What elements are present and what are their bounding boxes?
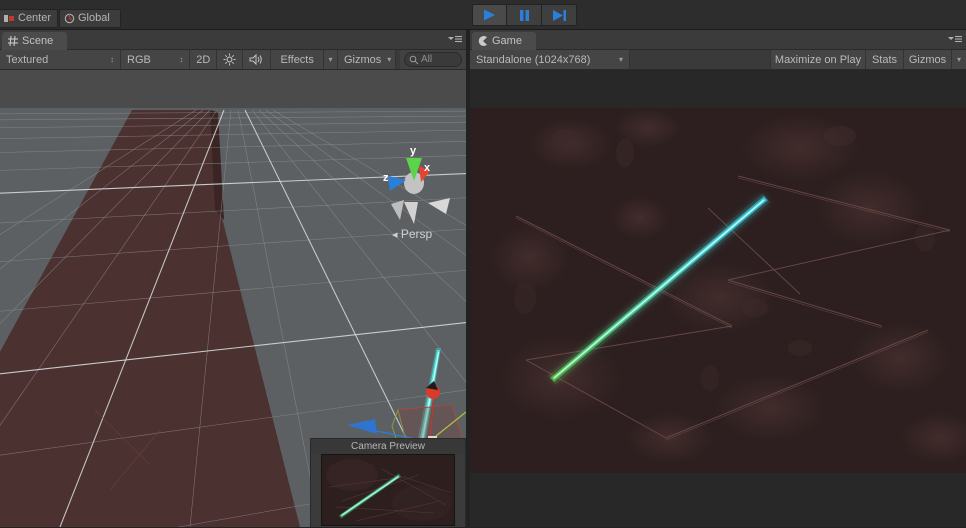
game-gizmos-button[interactable]: Gizmos bbox=[904, 50, 952, 69]
game-panel: Game Standalone (1024x768) ▾ Maximize on… bbox=[470, 30, 966, 528]
step-button[interactable] bbox=[542, 4, 577, 26]
pivot-mode-label: Center bbox=[18, 12, 52, 24]
scene-search-input[interactable]: All bbox=[404, 52, 462, 67]
camera-preview-render bbox=[321, 454, 455, 526]
game-render-surface[interactable] bbox=[470, 108, 966, 473]
sun-icon bbox=[223, 53, 236, 66]
scene-grid-icon bbox=[7, 35, 19, 47]
chevron-updown-icon: ↕ bbox=[179, 55, 184, 64]
scene-effects-button[interactable]: Effects bbox=[271, 50, 324, 69]
step-icon bbox=[552, 9, 567, 22]
search-icon bbox=[409, 55, 419, 65]
chevron-down-icon: ▾ bbox=[328, 55, 333, 64]
game-aspect-dropdown[interactable]: Standalone (1024x768) ▾ bbox=[470, 50, 630, 69]
gizmo-y-label: y bbox=[410, 145, 417, 157]
tab-game-label: Game bbox=[492, 35, 522, 47]
scene-panel-menu-icon[interactable] bbox=[447, 33, 463, 45]
pause-icon bbox=[518, 9, 531, 22]
gizmo-x-label: x bbox=[424, 162, 431, 174]
scene-effects-label: Effects bbox=[280, 53, 314, 66]
toolbar-gap bbox=[396, 50, 400, 69]
scene-gizmos-dropdown[interactable]: Gizmos ▾ bbox=[338, 50, 396, 69]
gizmo-z-label: z bbox=[383, 172, 389, 184]
game-gizmos-label: Gizmos bbox=[908, 53, 947, 66]
game-toolbar: Standalone (1024x768) ▾ Maximize on Play… bbox=[470, 50, 966, 70]
scene-audio-toggle[interactable] bbox=[243, 50, 272, 69]
tab-game[interactable]: Game bbox=[472, 32, 536, 50]
chevron-updown-icon: ↕ bbox=[110, 55, 114, 64]
maximize-on-play-label: Maximize on Play bbox=[774, 53, 862, 66]
scene-tabstrip: Scene bbox=[0, 30, 466, 50]
game-tabstrip: Game bbox=[470, 30, 966, 50]
handle-global-icon bbox=[64, 13, 75, 24]
stats-toggle[interactable]: Stats bbox=[866, 50, 904, 69]
pause-button[interactable] bbox=[507, 4, 542, 26]
scene-search-value: All bbox=[421, 54, 433, 65]
scene-render-mode-label: RGB bbox=[127, 53, 151, 66]
scene-panel: Scene Textured ↕ RGB ↕ 2D Effects ▾ Gizm… bbox=[0, 30, 466, 528]
chevron-down-icon: ▾ bbox=[387, 55, 392, 64]
game-panel-menu-icon[interactable] bbox=[947, 33, 963, 45]
stats-label: Stats bbox=[871, 53, 898, 66]
play-icon bbox=[482, 8, 497, 22]
scene-gizmos-label: Gizmos bbox=[344, 53, 382, 66]
game-viewport[interactable] bbox=[470, 70, 966, 527]
play-controls bbox=[472, 4, 577, 26]
game-gizmos-dropdown[interactable]: ▾ bbox=[952, 50, 966, 69]
unity-editor-window: Center Global Scene Textured ↕ RGB ↕ 2D … bbox=[0, 0, 966, 528]
scene-toolbar: Textured ↕ RGB ↕ 2D Effects ▾ Gizmos ▾ A… bbox=[0, 50, 466, 70]
game-render-image bbox=[470, 108, 966, 473]
scene-2d-label: 2D bbox=[196, 53, 211, 66]
chevron-left-icon: ◂ bbox=[392, 229, 398, 241]
scene-3d-view[interactable]: y x z ◂ Persp Camera Preview bbox=[0, 70, 466, 527]
main-toolbar: Center Global bbox=[0, 0, 966, 30]
camera-preview-title: Camera Preview bbox=[311, 439, 465, 454]
scene-draw-mode-label: Textured bbox=[6, 53, 49, 66]
pivot-mode-button[interactable]: Center bbox=[0, 9, 58, 28]
game-pacman-icon bbox=[477, 35, 489, 47]
chevron-down-icon: ▾ bbox=[957, 55, 962, 64]
scene-lighting-toggle[interactable] bbox=[217, 50, 244, 69]
game-toolbar-spacer bbox=[630, 50, 771, 69]
tab-scene[interactable]: Scene bbox=[2, 32, 68, 50]
tab-scene-label: Scene bbox=[22, 35, 54, 47]
scene-viewport[interactable]: y x z ◂ Persp Camera Preview bbox=[0, 70, 466, 527]
game-aspect-label: Standalone (1024x768) bbox=[476, 53, 591, 66]
pivot-center-icon bbox=[4, 13, 15, 24]
scene-2d-toggle[interactable]: 2D bbox=[190, 50, 218, 69]
scene-projection-label[interactable]: ◂ Persp bbox=[392, 227, 432, 241]
scene-effects-dropdown[interactable]: ▾ bbox=[324, 50, 338, 69]
scene-render-mode-dropdown[interactable]: RGB ↕ bbox=[121, 50, 191, 69]
maximize-on-play-toggle[interactable]: Maximize on Play bbox=[771, 50, 866, 69]
handle-rotation-button[interactable]: Global bbox=[59, 9, 121, 28]
chevron-down-icon: ▾ bbox=[618, 55, 623, 64]
camera-preview-panel: Camera Preview bbox=[310, 438, 466, 527]
play-button[interactable] bbox=[472, 4, 507, 26]
scene-draw-mode-dropdown[interactable]: Textured ↕ bbox=[0, 50, 121, 69]
speaker-icon bbox=[249, 53, 264, 66]
handle-rotation-label: Global bbox=[78, 12, 110, 24]
